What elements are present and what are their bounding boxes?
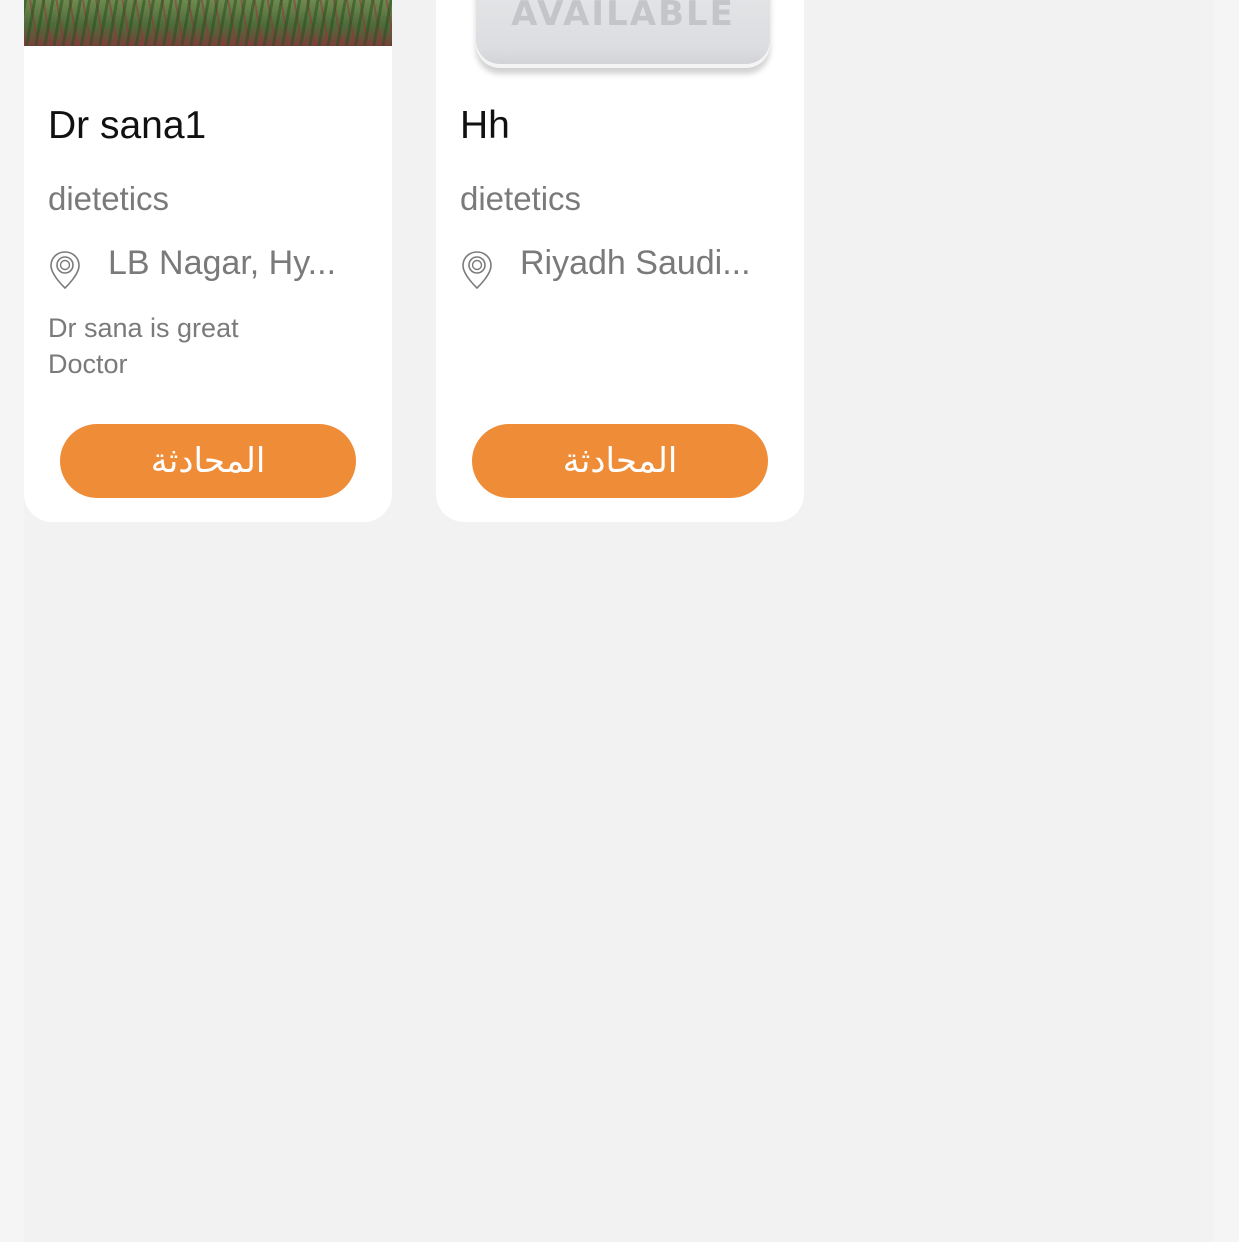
location-pin-icon	[50, 251, 80, 290]
doctor-specialty: dietetics	[460, 180, 582, 217]
chat-button[interactable]: المحادثة	[472, 424, 768, 498]
doctor-photo[interactable]	[24, 0, 392, 46]
location-text: Riyadh Saudi...	[520, 244, 751, 282]
doctor-name[interactable]: Hh	[460, 104, 510, 148]
doctor-bio: Dr sana is great Doctor	[48, 313, 239, 379]
doctor-photo[interactable]: AVAILABLE	[436, 0, 804, 80]
right-gutter	[1214, 0, 1239, 1242]
doctor-card[interactable]: AVAILABLE Hh dietetics Riyadh Saudi... ا…	[436, 0, 804, 522]
placeholder-text: AVAILABLE	[511, 0, 735, 34]
image-not-available-placeholder: AVAILABLE	[476, 0, 770, 68]
doctor-list-screen: Dr sana1 dietetics LB Nagar, Hy... Dr sa…	[0, 0, 1239, 1242]
chat-button[interactable]: المحادثة	[60, 424, 356, 498]
doctor-name[interactable]: Dr sana1	[48, 104, 206, 148]
doctor-specialty: dietetics	[48, 180, 170, 217]
location-pin-icon	[462, 251, 492, 290]
location-text: LB Nagar, Hy...	[108, 244, 337, 282]
left-gutter	[0, 0, 24, 1242]
doctor-location: LB Nagar, Hy...	[48, 244, 378, 290]
doctor-card[interactable]: Dr sana1 dietetics LB Nagar, Hy... Dr sa…	[24, 0, 392, 522]
doctor-location: Riyadh Saudi...	[460, 244, 790, 290]
